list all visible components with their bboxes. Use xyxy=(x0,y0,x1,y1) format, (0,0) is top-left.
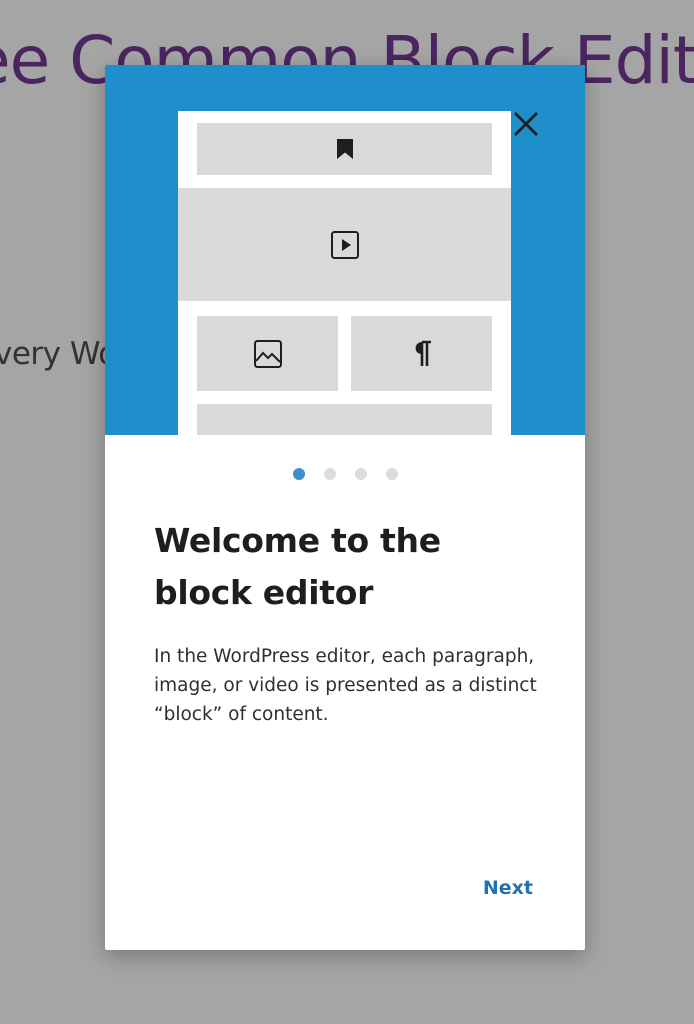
illustration-block-empty xyxy=(197,404,492,435)
close-icon xyxy=(514,112,538,136)
page-dot-3[interactable] xyxy=(354,468,367,480)
guide-title: Welcome to the block editor xyxy=(154,521,441,612)
next-button[interactable]: Next xyxy=(483,877,533,899)
page-indicator xyxy=(105,468,585,480)
page-dot-4[interactable] xyxy=(385,468,398,480)
page-dot-2[interactable] xyxy=(323,468,336,480)
guide-illustration-panel xyxy=(105,65,585,435)
illustration-block-bookmark xyxy=(197,123,492,175)
bookmark-icon xyxy=(336,139,353,159)
video-icon xyxy=(330,230,359,259)
block-editor-illustration xyxy=(178,111,511,435)
illustration-block-paragraph xyxy=(351,316,492,391)
illustration-block-video xyxy=(178,188,511,301)
paragraph-icon xyxy=(415,340,431,366)
welcome-guide-modal: Welcome to the block editor In the WordP… xyxy=(105,65,585,950)
image-icon xyxy=(253,339,282,368)
close-button[interactable] xyxy=(511,109,541,139)
guide-description: In the WordPress editor, each paragraph,… xyxy=(154,646,537,725)
illustration-block-image xyxy=(197,316,338,391)
page-dot-1[interactable] xyxy=(292,468,305,480)
